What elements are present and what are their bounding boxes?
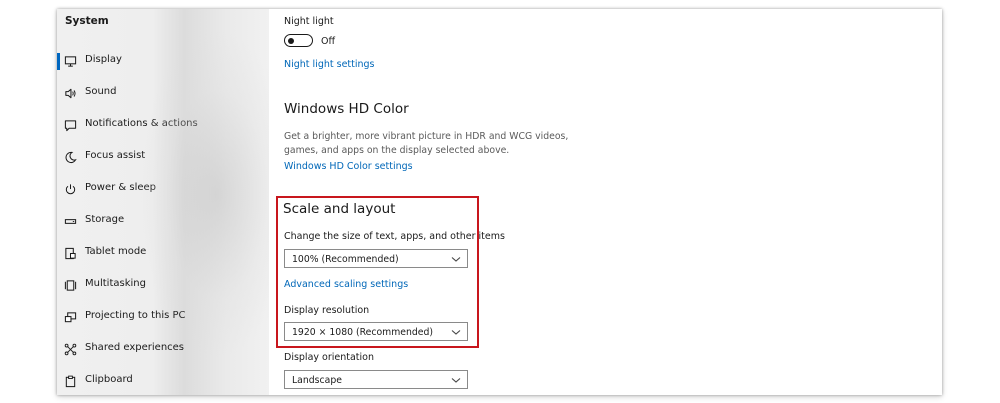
sidebar-item-label: Display (85, 54, 122, 65)
orientation-dropdown-value: Landscape (292, 375, 342, 386)
advanced-scaling-link[interactable]: Advanced scaling settings (284, 279, 408, 290)
sidebar-item-clipboard[interactable]: Clipboard (57, 367, 269, 395)
sidebar-item-multitasking[interactable]: Multitasking (57, 271, 269, 299)
sidebar-item-label: Notifications & actions (85, 118, 198, 129)
toggle-knob (288, 37, 294, 44)
hd-color-settings-link[interactable]: Windows HD Color settings (284, 161, 413, 172)
projecting-icon (63, 310, 77, 324)
settings-window: System Display Sound Notifications & act… (57, 9, 942, 395)
tablet-icon (63, 246, 77, 260)
sidebar-item-projecting[interactable]: Projecting to this PC (57, 303, 269, 331)
chevron-down-icon (451, 330, 461, 335)
hd-color-description: Get a brighter, more vibrant picture in … (284, 131, 569, 156)
speaker-icon (63, 86, 77, 100)
scale-dropdown-value: 100% (Recommended) (292, 254, 399, 265)
sidebar-item-label: Clipboard (85, 374, 133, 385)
orientation-label: Display orientation (284, 352, 375, 363)
sidebar-item-label: Power & sleep (85, 182, 157, 193)
sidebar-item-display[interactable]: Display (57, 47, 269, 75)
power-icon (63, 182, 77, 196)
scale-label: Change the size of text, apps, and other… (284, 231, 505, 242)
multitasking-icon (63, 278, 77, 292)
orientation-dropdown[interactable]: Landscape (284, 370, 468, 389)
sidebar-item-power-sleep[interactable]: Power & sleep (57, 175, 269, 203)
sidebar-item-sound[interactable]: Sound (57, 79, 269, 107)
hd-color-heading: Windows HD Color (284, 101, 409, 117)
sidebar-item-tablet-mode[interactable]: Tablet mode (57, 239, 269, 267)
sidebar-title: System (65, 15, 109, 27)
sidebar-item-label: Storage (85, 214, 125, 225)
chevron-down-icon (451, 378, 461, 383)
scale-layout-heading: Scale and layout (283, 201, 396, 217)
sidebar-item-label: Sound (85, 86, 117, 97)
notification-icon (63, 118, 77, 132)
moon-icon (63, 150, 77, 164)
resolution-dropdown-value: 1920 × 1080 (Recommended) (292, 327, 434, 338)
scale-dropdown[interactable]: 100% (Recommended) (284, 249, 468, 268)
sidebar-item-focus-assist[interactable]: Focus assist (57, 143, 269, 171)
night-light-settings-link[interactable]: Night light settings (284, 59, 375, 70)
shared-icon (63, 342, 77, 356)
sidebar: System Display Sound Notifications & act… (57, 9, 269, 395)
sidebar-item-label: Focus assist (85, 150, 146, 161)
night-light-toggle-state: Off (321, 36, 336, 47)
night-light-toggle[interactable] (284, 34, 313, 47)
settings-content: Night light Off Night light settings Win… (269, 9, 942, 395)
monitor-icon (63, 54, 77, 68)
clipboard-icon (63, 374, 77, 388)
sidebar-item-shared-experiences[interactable]: Shared experiences (57, 335, 269, 363)
chevron-down-icon (451, 257, 461, 262)
selection-indicator (57, 53, 60, 70)
resolution-label: Display resolution (284, 305, 370, 316)
sidebar-item-label: Shared experiences (85, 342, 185, 353)
sidebar-item-notifications[interactable]: Notifications & actions (57, 111, 269, 139)
sidebar-item-label: Multitasking (85, 278, 146, 289)
resolution-dropdown[interactable]: 1920 × 1080 (Recommended) (284, 322, 468, 341)
storage-icon (63, 214, 77, 228)
sidebar-item-storage[interactable]: Storage (57, 207, 269, 235)
night-light-label: Night light (284, 16, 334, 27)
sidebar-item-label: Projecting to this PC (85, 310, 186, 321)
sidebar-item-label: Tablet mode (85, 246, 147, 257)
